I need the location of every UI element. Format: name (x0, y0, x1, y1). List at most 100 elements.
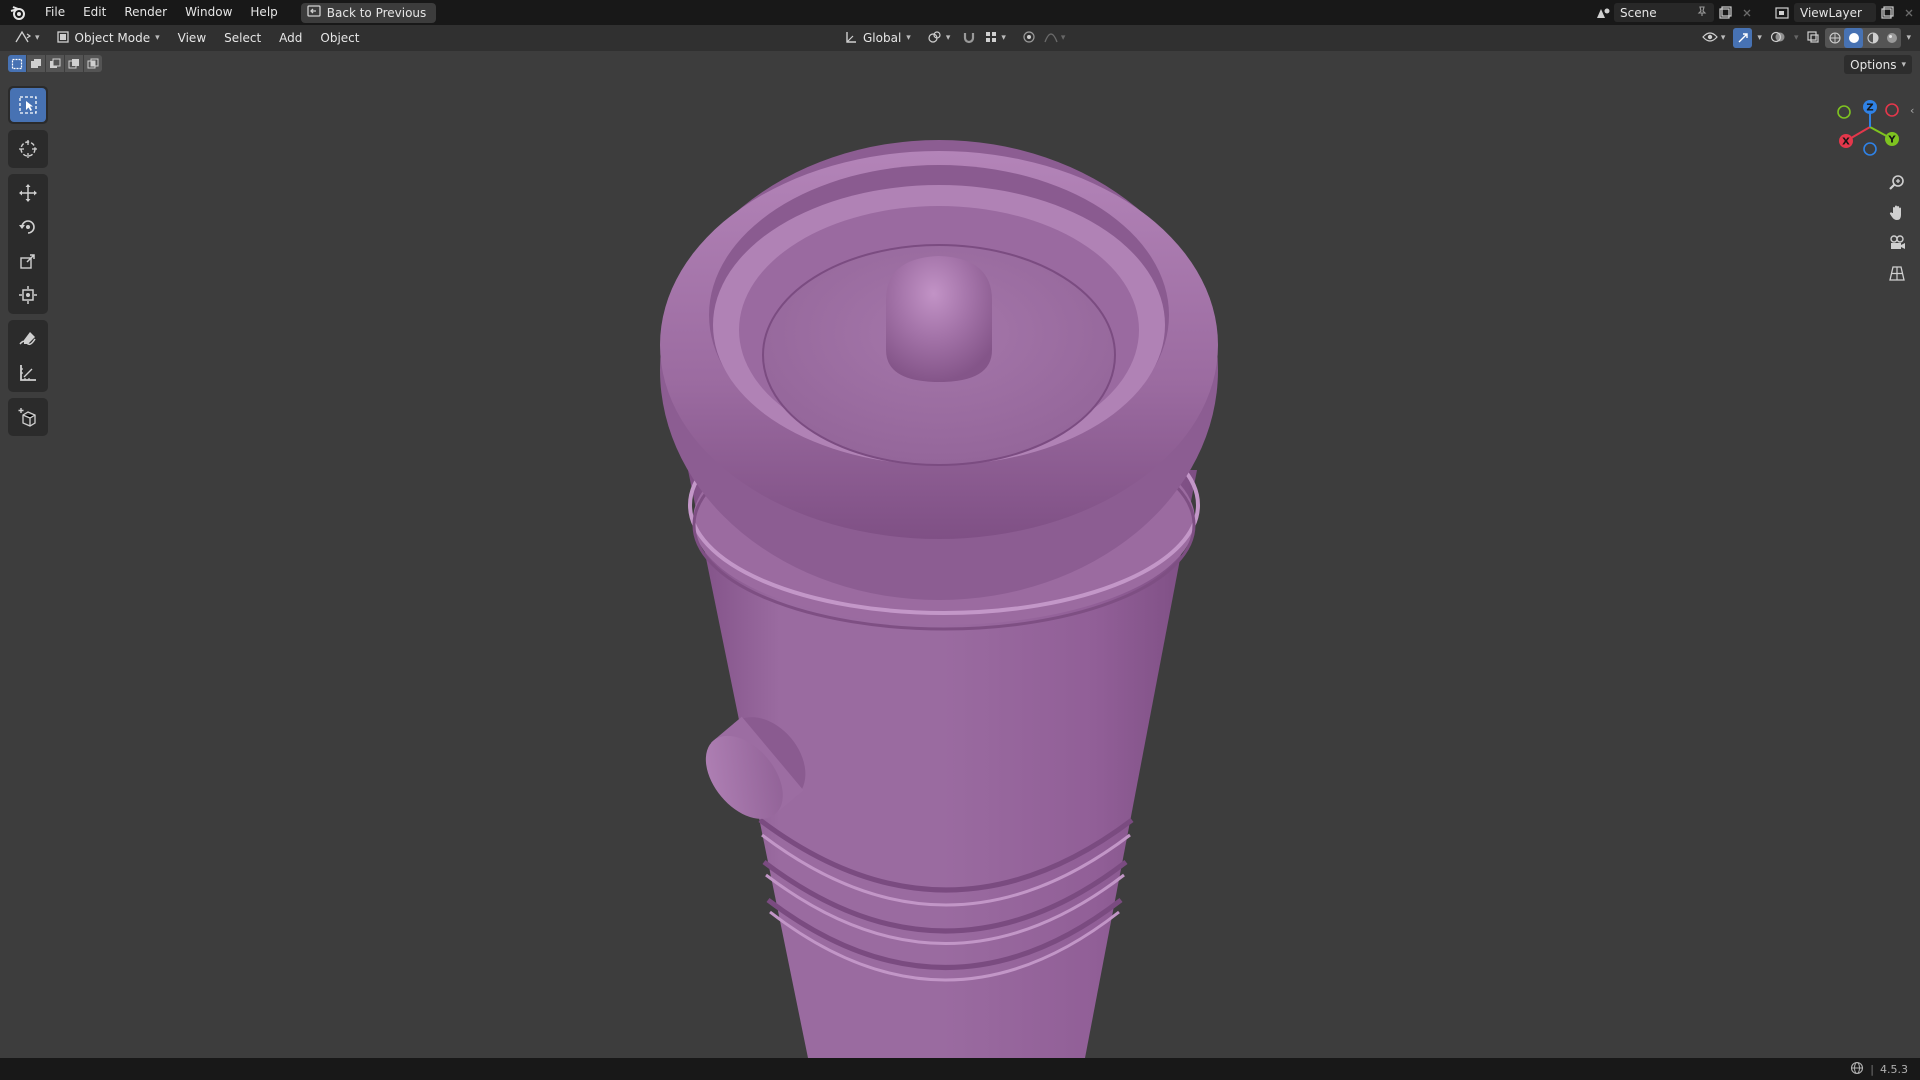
xray-icon (1806, 30, 1820, 47)
menu-render[interactable]: Render (115, 0, 176, 25)
gizmo-icon[interactable] (1733, 28, 1753, 48)
chevron-down-icon: ▾ (1906, 33, 1911, 43)
new-scene-icon[interactable] (1714, 3, 1736, 22)
scale-tool-icon[interactable] (10, 244, 46, 278)
menu-window[interactable]: Window (176, 0, 241, 25)
falloff-dropdown[interactable]: ▾ (1042, 28, 1068, 48)
menu-view[interactable]: View (172, 28, 212, 48)
magnet-icon (962, 30, 976, 47)
chevron-down-icon: ▾ (1720, 33, 1726, 43)
orientation-icon (844, 30, 858, 47)
neg-x-axis-icon (1885, 103, 1899, 117)
move-tool-icon[interactable] (10, 176, 46, 210)
material-preview-icon[interactable] (1863, 28, 1882, 48)
blender-logo-icon[interactable] (0, 0, 36, 25)
3d-viewport-icon (14, 30, 32, 47)
select-new-icon[interactable] (8, 55, 26, 72)
transform-orientation-dropdown[interactable]: Global ▾ (838, 28, 917, 48)
gizmo-toggle[interactable] (1733, 28, 1753, 48)
select-subtract-icon[interactable] (46, 55, 64, 72)
delete-view-layer-icon[interactable] (1898, 3, 1920, 22)
menu-select[interactable]: Select (218, 28, 267, 48)
pin-icon[interactable] (1696, 5, 1708, 20)
proportional-editing-icon (1022, 30, 1036, 47)
zoom-icon[interactable] (1882, 170, 1912, 196)
scene-name: Scene (1620, 5, 1657, 20)
selection-mode-buttons (8, 55, 102, 72)
pivot-icon (927, 30, 943, 47)
visibility-dropdown[interactable]: ▾ (1696, 28, 1732, 48)
perspective-grid-icon[interactable] (1882, 260, 1912, 286)
chevron-down-icon: ▾ (155, 33, 160, 43)
cursor-tool-icon[interactable] (10, 132, 46, 166)
scene-selector[interactable]: Scene (1614, 3, 1714, 22)
view-layer-icon[interactable] (1772, 3, 1794, 22)
tool-shelf (8, 86, 48, 442)
options-label: Options (1850, 57, 1897, 72)
status-divider: | (1870, 1062, 1874, 1076)
mode-label: Object Mode (74, 31, 151, 45)
falloff-curve-icon (1044, 30, 1058, 47)
menu-edit[interactable]: Edit (74, 0, 115, 25)
options-dropdown[interactable]: Options ▾ (1844, 55, 1912, 74)
chevron-down-icon: ▾ (1001, 33, 1006, 43)
cap-knob (886, 256, 992, 382)
xray-toggle[interactable] (1803, 28, 1823, 48)
screen-back-icon (307, 5, 321, 20)
menu-object[interactable]: Object (314, 28, 365, 48)
measure-tool-icon[interactable] (10, 356, 46, 390)
svg-text:X: X (1842, 137, 1850, 148)
solid-shading-icon[interactable] (1844, 28, 1864, 48)
eye-icon (1702, 31, 1718, 46)
menu-add[interactable]: Add (273, 28, 308, 48)
scene-icon[interactable] (1592, 3, 1614, 22)
add-cube-tool-icon[interactable] (10, 400, 46, 434)
navigation-gizmo[interactable]: Z X Y (1832, 95, 1908, 165)
rendered-shading-icon[interactable] (1882, 28, 1901, 48)
viewport-header: ▾ Object Mode ▾ View Select Add Object G… (0, 25, 1920, 51)
top-menu-bar: File Edit Render Window Help Back to Pre… (0, 0, 1920, 25)
snap-toggle[interactable] (960, 28, 978, 48)
camera-view-icon[interactable] (1882, 230, 1912, 256)
overlays-dropdown[interactable]: ▾ (1791, 28, 1802, 48)
select-invert-icon[interactable] (65, 55, 83, 72)
mode-dropdown[interactable]: Object Mode ▾ (49, 28, 166, 48)
version-label: 4.5.3 (1880, 1062, 1908, 1076)
view-layer-name: ViewLayer (1800, 5, 1862, 20)
annotate-tool-icon[interactable] (10, 322, 46, 356)
editor-type-button[interactable]: ▾ (8, 28, 46, 48)
overlays-icon (1770, 30, 1786, 47)
select-extend-icon[interactable] (27, 55, 45, 72)
overlays-toggle[interactable] (1767, 28, 1789, 48)
status-bar: | 4.5.3 (0, 1058, 1920, 1080)
sidebar-toggle-chevron-icon[interactable]: ‹ (1910, 104, 1914, 117)
chevron-down-icon: ▾ (1793, 33, 1799, 43)
workspace-selectors: Scene ViewLayer (1592, 0, 1920, 25)
snap-grid-icon (984, 30, 998, 47)
shading-dropdown[interactable]: ▾ (1903, 28, 1914, 48)
new-view-layer-icon[interactable] (1876, 3, 1898, 22)
shading-mode-switch[interactable] (1825, 28, 1902, 48)
proportional-editing-toggle[interactable] (1020, 28, 1038, 48)
menu-help[interactable]: Help (241, 0, 286, 25)
snap-target-dropdown[interactable]: ▾ (982, 28, 1008, 48)
view-layer-selector[interactable]: ViewLayer (1794, 3, 1876, 22)
gizmo-dropdown[interactable]: ▾ (1754, 28, 1765, 48)
3d-model-viewport[interactable] (0, 0, 1920, 1058)
select-box-tool-icon[interactable] (10, 88, 46, 122)
menu-file[interactable]: File (36, 0, 74, 25)
select-intersect-icon[interactable] (84, 55, 102, 72)
transform-tools: Global ▾ ▾ ▾ ▾ (838, 28, 1067, 48)
delete-scene-icon[interactable] (1736, 3, 1758, 22)
neg-y-axis-icon (1837, 105, 1851, 119)
chevron-down-icon: ▾ (35, 33, 40, 43)
back-to-previous-button[interactable]: Back to Previous (300, 2, 437, 23)
pan-hand-icon[interactable] (1882, 200, 1912, 226)
globe-icon (1850, 1061, 1864, 1078)
wireframe-shading-icon[interactable] (1825, 28, 1844, 48)
rotate-tool-icon[interactable] (10, 210, 46, 244)
pivot-point-dropdown[interactable]: ▾ (921, 28, 957, 48)
orientation-label: Global (863, 31, 902, 45)
transform-tool-icon[interactable] (10, 278, 46, 312)
chevron-down-icon: ▾ (945, 33, 951, 43)
